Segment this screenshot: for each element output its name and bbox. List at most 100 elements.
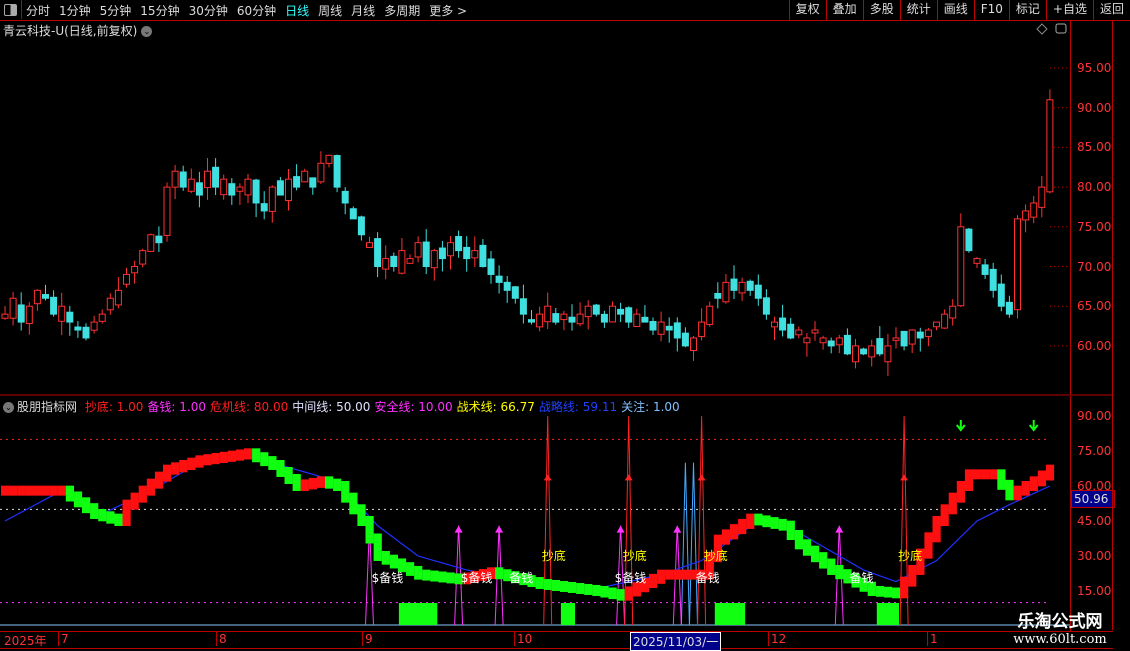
tactical-ribbon-segment (1021, 480, 1030, 496)
tactical-ribbon-segment (260, 452, 269, 467)
candle (204, 157, 211, 200)
candle (989, 262, 997, 298)
tactical-ribbon-segment (568, 581, 577, 593)
candle (592, 303, 600, 317)
candle-body (463, 246, 471, 260)
tactical-ribbon-segment (778, 518, 787, 531)
signal-label: 备钱 (509, 570, 533, 585)
candle-body (981, 264, 989, 275)
candle-body (42, 294, 49, 299)
tactical-ribbon-segment (1013, 485, 1022, 501)
candle (414, 236, 422, 263)
signal-spike (689, 462, 698, 626)
signal-block (560, 603, 575, 625)
tactical-ribbon-segment (82, 497, 91, 514)
candle-body (333, 155, 341, 188)
candle-body (455, 236, 463, 252)
arrow-up-icon (624, 474, 633, 481)
candle-body (382, 258, 390, 270)
candle-body (892, 337, 900, 341)
tactical-ribbon-segment (219, 451, 228, 463)
tactical-ribbon-segment (535, 577, 544, 589)
diamond-icon[interactable] (1036, 23, 1048, 35)
tactical-ribbon-segment (721, 529, 731, 545)
price-tick: 60.00 (1077, 338, 1112, 353)
signal-block (714, 603, 746, 625)
candle (698, 308, 706, 341)
tactical-ribbon-segment (438, 571, 447, 583)
candle-body (868, 345, 876, 358)
tactical-ribbon-segment (559, 580, 569, 592)
candle (568, 304, 576, 331)
candle-body (1046, 99, 1054, 193)
candle-body (698, 321, 706, 338)
indicator-tick: 30.00 (1077, 548, 1112, 563)
tactical-ribbon-segment (932, 515, 941, 543)
candle (187, 168, 195, 194)
indicator-tick: 75.00 (1077, 443, 1112, 458)
tactical-ribbon-segment (964, 469, 974, 491)
candle-body (673, 322, 681, 339)
candle (438, 240, 446, 272)
candle-body (317, 162, 325, 183)
indicator-name[interactable]: 股朋指标网 (17, 400, 77, 414)
indicator-tick: 45.00 (1077, 513, 1112, 528)
candle (892, 327, 900, 349)
candle (868, 339, 876, 367)
candle-body (900, 330, 908, 347)
tactical-ribbon-segment (981, 469, 990, 480)
tactical-ribbon-segment (738, 518, 747, 535)
tactical-ribbon-segment (365, 515, 374, 544)
candle (357, 215, 365, 241)
tactical-ribbon-segment (754, 513, 763, 526)
candle-body (511, 286, 519, 299)
candle (114, 277, 122, 309)
candle (657, 311, 665, 342)
candle-body (633, 313, 641, 327)
candle (617, 302, 625, 323)
candle-body (722, 281, 730, 303)
tactical-ribbon-segment (73, 491, 83, 508)
chart-canvas[interactable]: $备钱 $备钱 备钱抄底 抄底$备钱抄底备钱 备钱抄底 (0, 0, 1113, 650)
tactical-ribbon-segment (973, 469, 982, 480)
tactical-ribbon-segment (292, 473, 301, 491)
candle-body (827, 340, 835, 347)
signal-spike (543, 415, 553, 626)
tactical-ribbon-segment (576, 582, 585, 594)
candle (965, 227, 973, 253)
candle-body (244, 178, 252, 196)
candle (422, 229, 430, 275)
date-label: 2025年 (4, 634, 47, 648)
tactical-ribbon-segment (948, 492, 957, 515)
candle-body (787, 323, 795, 339)
candle (285, 169, 292, 211)
candle-body (147, 234, 155, 252)
candle (528, 309, 535, 325)
candle (997, 274, 1005, 312)
tactical-ribbon-segment (1005, 479, 1014, 501)
candle (852, 338, 859, 369)
candle-body (600, 313, 608, 323)
date-label: 8 (216, 632, 227, 646)
candle-body (228, 183, 236, 196)
candle-body (503, 281, 511, 291)
signal-label: 备钱 (696, 570, 720, 585)
candle (66, 305, 74, 336)
candle-body (106, 297, 114, 311)
candle (609, 301, 616, 323)
candle (706, 301, 714, 327)
chevron-down-icon[interactable]: ⌄ (3, 402, 14, 413)
candle (463, 236, 471, 272)
arrow-up-icon (835, 525, 844, 533)
candle (333, 154, 341, 193)
panel-icon[interactable] (1055, 23, 1067, 34)
candle-body (155, 235, 163, 244)
candle-body (714, 292, 722, 299)
candle (746, 279, 754, 296)
tactical-ribbon-segment (1037, 470, 1046, 487)
tactical-ribbon-segment (892, 587, 901, 599)
candle-body (293, 176, 301, 188)
watermark: 乐淘公式网 www.60lt.com (990, 607, 1130, 647)
tactical-ribbon-segment (268, 456, 277, 470)
candle-body (58, 305, 66, 322)
